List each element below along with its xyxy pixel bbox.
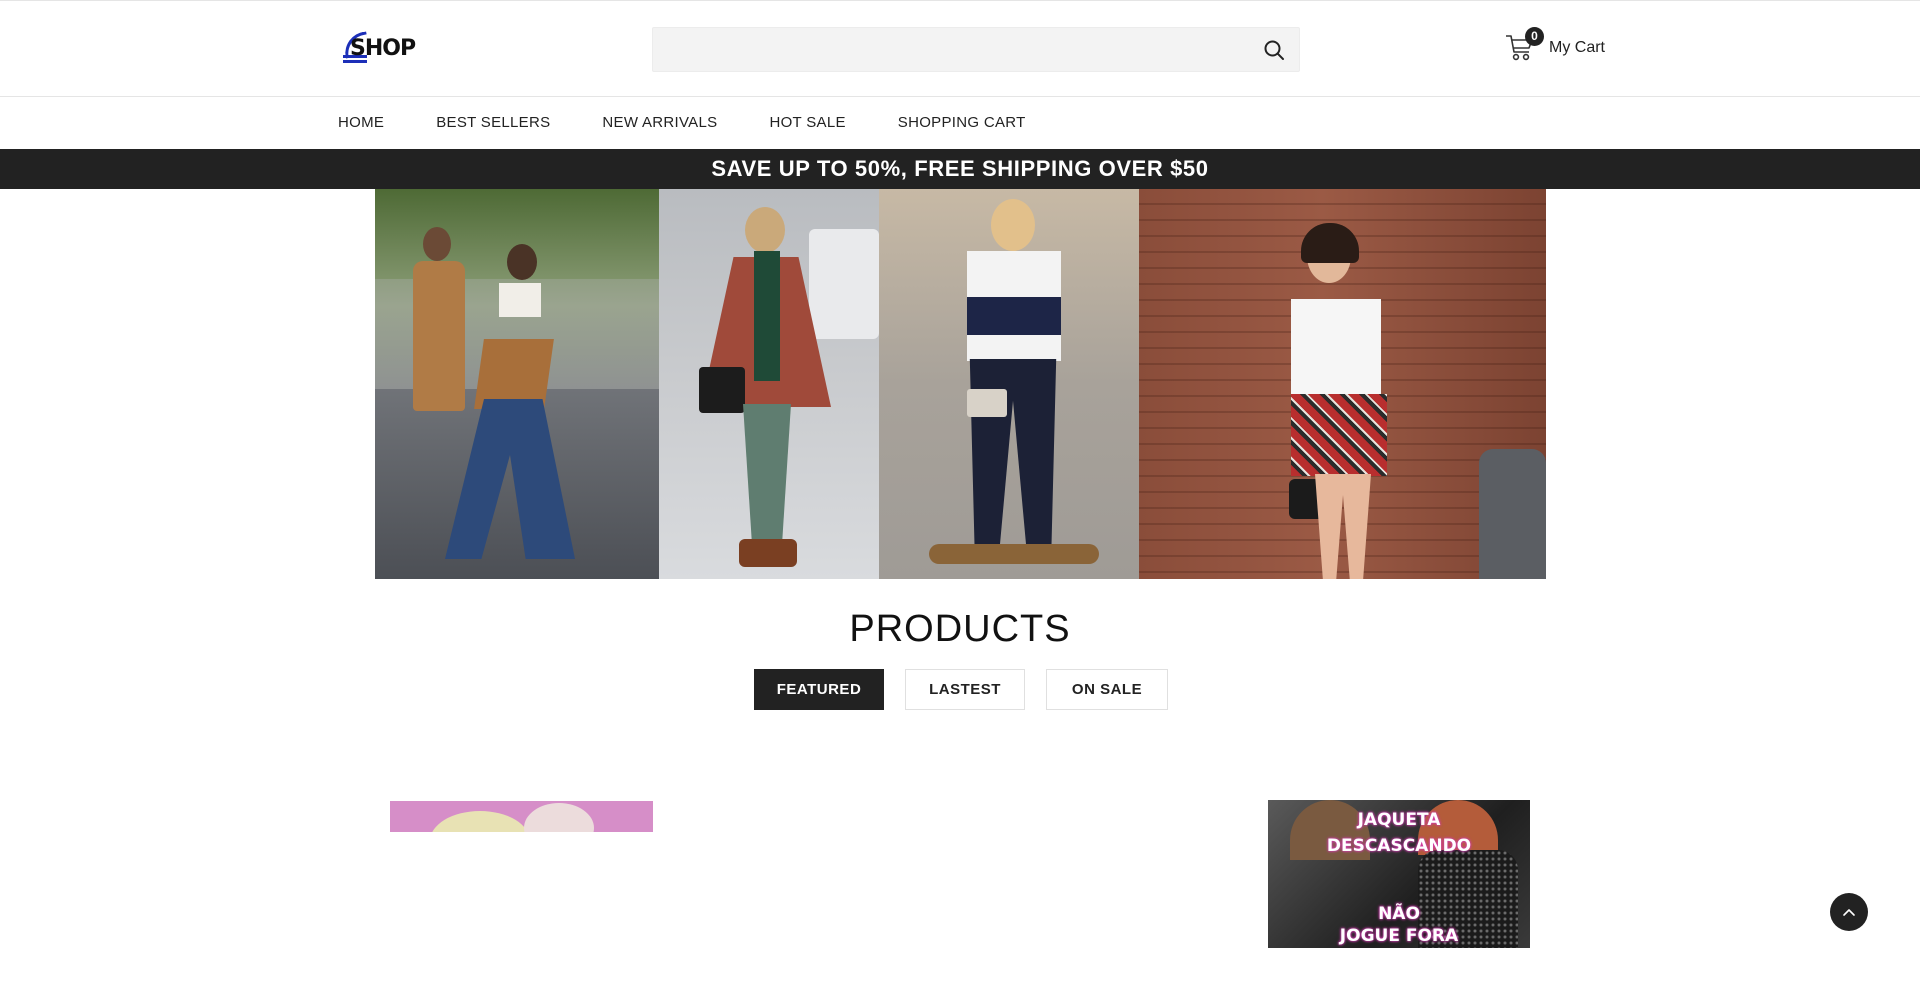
search-input[interactable] xyxy=(653,28,1243,71)
hero-image-3 xyxy=(879,189,1139,579)
logo-mark-icon: SHOP xyxy=(340,31,416,67)
product-caption-line-2: DESCASCANDO xyxy=(1326,836,1472,856)
nav-item-hot-sale[interactable]: HOT SALE xyxy=(769,114,845,131)
cart-button[interactable]: 0 My Cart xyxy=(1505,27,1605,67)
hero-image-1 xyxy=(375,189,659,579)
tab-on-sale[interactable]: ON SALE xyxy=(1046,669,1168,710)
product-caption-line-3: NÃO xyxy=(1378,904,1420,924)
products-section-title: PRODUCTS xyxy=(849,608,1071,650)
back-to-top-button[interactable] xyxy=(1830,893,1868,931)
nav-item-shopping-cart[interactable]: SHOPPING CART xyxy=(898,114,1026,131)
site-header: SHOP 0 My Cart xyxy=(0,0,1920,97)
hero-banner[interactable] xyxy=(375,189,1546,579)
hero-image-2 xyxy=(659,189,879,579)
search-bar xyxy=(652,27,1300,72)
product-caption-line-4: JOGUE FORA xyxy=(1339,926,1459,946)
cart-count-badge: 0 xyxy=(1525,27,1544,46)
logo-text: SHOP xyxy=(350,36,416,61)
logo[interactable]: SHOP xyxy=(340,31,416,67)
product-caption-line-1: JAQUETA xyxy=(1357,810,1441,830)
product-tabs: FEATURED LASTEST ON SALE xyxy=(754,669,1189,710)
product-image-1[interactable] xyxy=(390,801,653,832)
main-nav: HOME BEST SELLERS NEW ARRIVALS HOT SALE … xyxy=(0,97,1920,149)
cart-label: My Cart xyxy=(1549,39,1605,56)
tab-lastest[interactable]: LASTEST xyxy=(905,669,1025,710)
chevron-up-icon xyxy=(1843,909,1855,916)
nav-item-best-sellers[interactable]: BEST SELLERS xyxy=(436,114,550,131)
tab-featured[interactable]: FEATURED xyxy=(754,669,884,710)
product-image-2[interactable]: JAQUETA DESCASCANDO NÃO JOGUE FORA xyxy=(1268,800,1530,948)
search-icon[interactable] xyxy=(1263,39,1285,61)
nav-item-home[interactable]: HOME xyxy=(338,114,384,131)
hero-image-4 xyxy=(1139,189,1546,579)
promo-banner: SAVE UP TO 50%, FREE SHIPPING OVER $50 xyxy=(0,149,1920,189)
nav-item-new-arrivals[interactable]: NEW ARRIVALS xyxy=(602,114,717,131)
